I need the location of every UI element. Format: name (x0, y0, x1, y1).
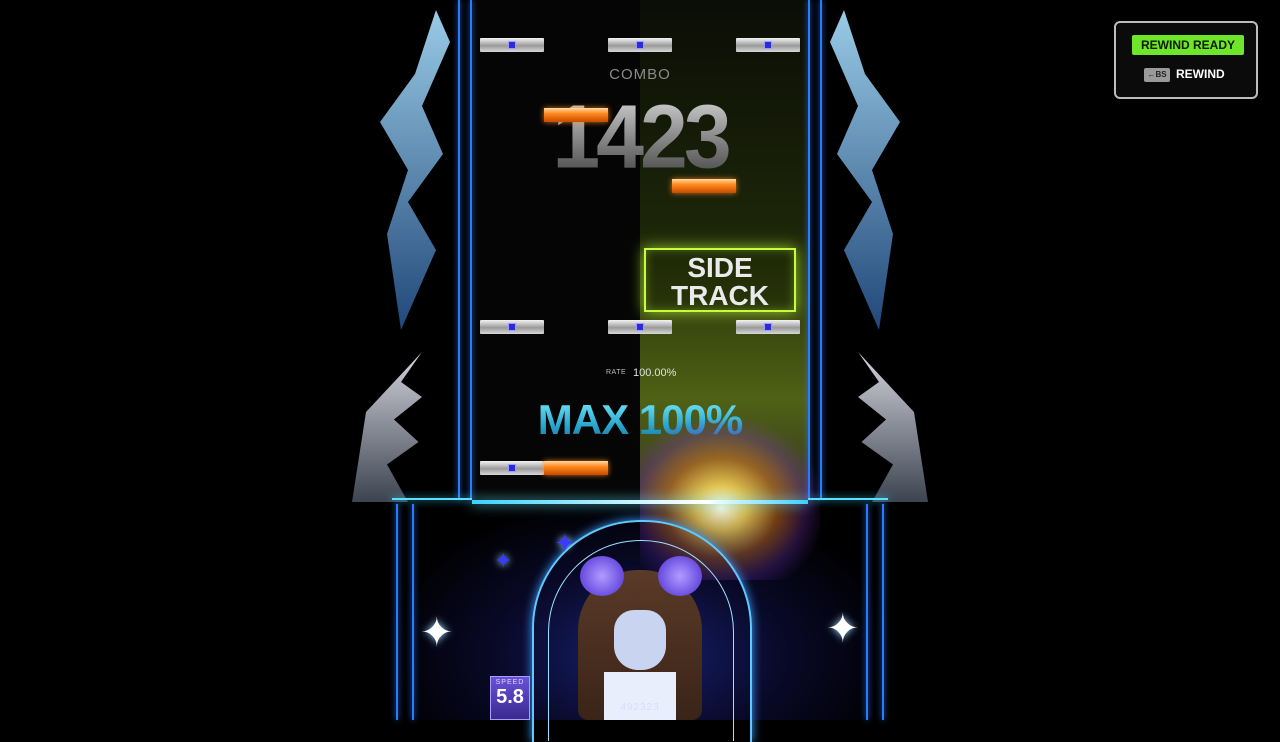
backspace-key-icon: ←BS (1144, 68, 1170, 82)
side-track-indicator: SIDE TRACK (644, 248, 796, 312)
rewind-ready-badge: REWIND READY (1132, 35, 1244, 55)
right-wing-decoration (858, 352, 928, 502)
speed-value: 5.8 (496, 686, 524, 708)
character-flower-right (658, 556, 702, 596)
left-pillar-line (412, 504, 414, 720)
right-pillar-line (866, 504, 868, 720)
right-ornament (830, 10, 900, 330)
left-wing-decoration (352, 352, 422, 502)
combo-counter: 1423 (548, 90, 732, 185)
character-face (614, 610, 666, 670)
right-pillar-line (882, 504, 884, 720)
left-judge-frame (392, 498, 472, 500)
side-note-lane4 (672, 179, 736, 193)
speed-label: SPEED (495, 679, 525, 686)
note-lane5 (736, 38, 800, 52)
star-icon: ✦ (554, 528, 576, 558)
rewind-panel: REWIND READY ←BS REWIND (1114, 21, 1258, 99)
right-frame-line (820, 0, 822, 500)
note-lane5 (736, 320, 800, 334)
side-note-lane2 (544, 461, 608, 475)
note-lane1 (480, 38, 544, 52)
side-track-line2: TRACK (671, 280, 769, 311)
character-flower-left (580, 556, 624, 596)
sparkle-icon: ✦ (826, 607, 860, 651)
right-judge-frame (808, 498, 888, 500)
sparkle-icon: ✦ (420, 611, 454, 655)
left-lane-border (470, 0, 472, 500)
speed-indicator: SPEED 5.8 (490, 676, 530, 720)
score-counter: 492323 (620, 702, 660, 713)
note-lane1 (480, 320, 544, 334)
rewind-button[interactable]: REWIND (1176, 67, 1225, 81)
rate-label: RATE (606, 369, 627, 376)
left-frame-line (458, 0, 460, 500)
side-track-line1: SIDE (687, 252, 753, 283)
star-icon: ✦ (494, 548, 513, 573)
rate-value: 100.00% (633, 367, 677, 379)
combo-label: COMBO (609, 66, 671, 83)
note-lane3 (608, 38, 672, 52)
left-ornament (380, 10, 450, 330)
note-lane1 (480, 461, 544, 475)
left-pillar-line (396, 504, 398, 720)
side-note-lane2 (544, 108, 608, 122)
note-lane3 (608, 320, 672, 334)
